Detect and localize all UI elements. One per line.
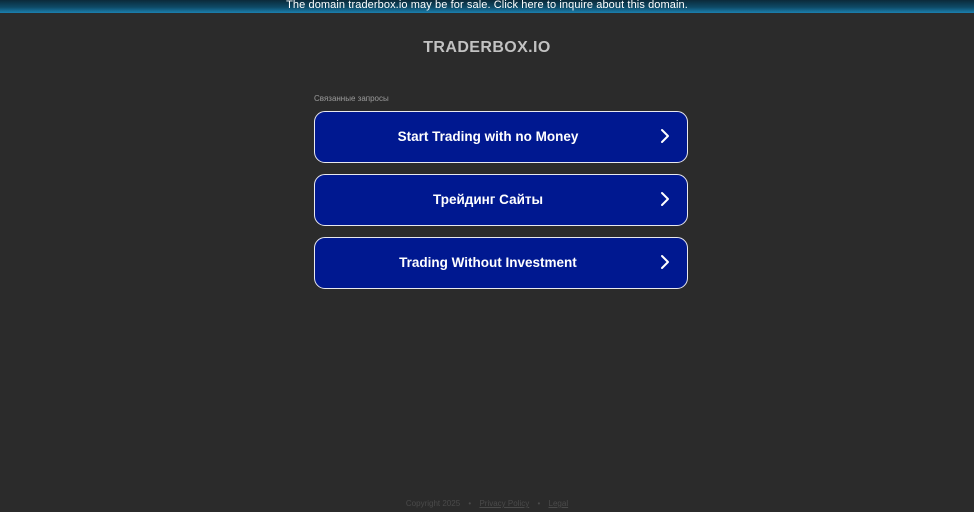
footer-separator: • (537, 499, 541, 508)
related-link-button[interactable]: Trading Without Investment (314, 237, 688, 289)
related-link-label: Trading Without Investment (399, 255, 577, 270)
related-link-button[interactable]: Трейдинг Сайты (314, 174, 688, 226)
footer-separator: • (468, 499, 472, 508)
chevron-right-icon (661, 129, 669, 143)
footer: Copyright 2025 • Privacy Policy • Legal (0, 499, 974, 508)
related-links-list: Start Trading with no Money Трейдинг Сай… (314, 111, 688, 300)
chevron-right-icon (661, 192, 669, 206)
footer-copyright: Copyright 2025 (405, 499, 461, 508)
domain-sale-banner[interactable]: The domain traderbox.io may be for sale.… (0, 0, 974, 13)
related-link-button[interactable]: Start Trading with no Money (314, 111, 688, 163)
site-title: TRADERBOX.IO (423, 39, 551, 56)
legal-link[interactable]: Legal (549, 499, 569, 508)
related-link-label: Трейдинг Сайты (432, 192, 544, 207)
chevron-right-icon (661, 255, 669, 269)
page: The domain traderbox.io may be for sale.… (0, 0, 974, 512)
related-link-label: Start Trading with no Money (397, 129, 579, 144)
privacy-policy-link[interactable]: Privacy Policy (479, 499, 529, 508)
related-searches-label: Связанные запросы (314, 94, 389, 103)
domain-sale-banner-text[interactable]: The domain traderbox.io may be for sale.… (286, 0, 688, 11)
